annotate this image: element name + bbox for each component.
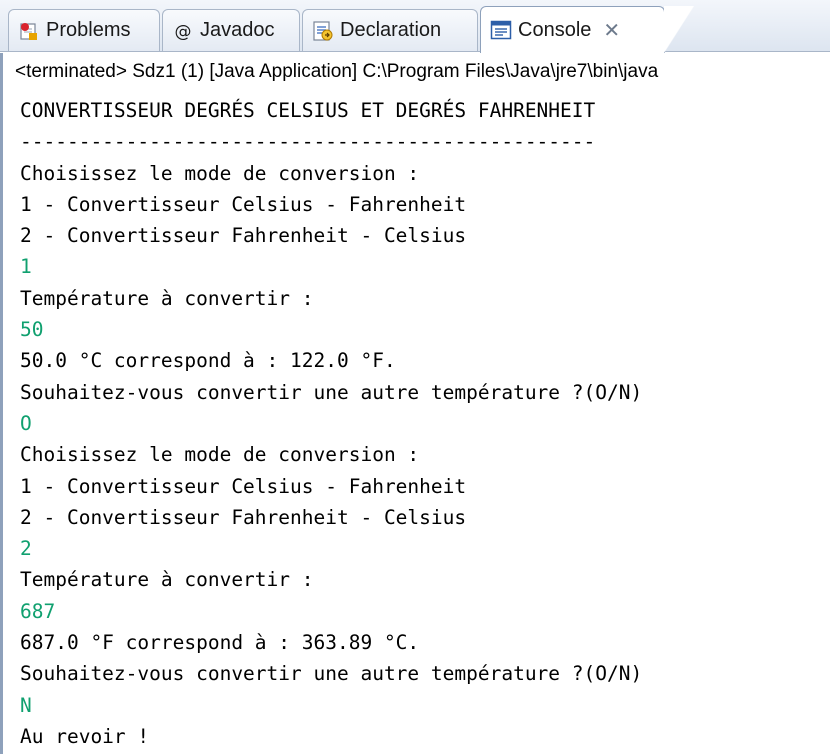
console-output-line: Température à convertir : [20,568,314,592]
console-output-line: 1 - Convertisseur Celsius - Fahrenheit [20,474,467,498]
tab-javadoc-label: Javadoc [200,19,275,41]
view-tab-bar: Problems @ Javadoc Declaration Console ✕ [0,0,830,53]
close-icon[interactable]: ✕ [603,18,620,43]
tab-problems-label: Problems [46,19,131,41]
console-output-line: CONVERTISSEUR DEGRÉS CELSIUS ET DEGRÉS F… [20,99,596,122]
tab-console[interactable]: Console ✕ [480,6,694,53]
at-sign-icon: @ [172,20,194,42]
console-output-line: Choisissez le mode de conversion : [20,443,420,467]
console-output-line: Souhaitez-vous convertir une autre tempé… [20,662,643,686]
console-input-line: 2 [20,537,32,561]
tab-declaration[interactable]: Declaration [302,9,478,51]
tab-javadoc[interactable]: @ Javadoc [162,9,300,51]
console-input-line: O [20,411,32,435]
tab-console-label: Console [518,18,592,41]
console-output-line: 50.0 °C correspond à : 122.0 °F. [20,349,396,373]
console-input-line: N [20,693,32,717]
console-output-line: 2 - Convertisseur Fahrenheit - Celsius [20,224,467,248]
tab-declaration-label: Declaration [340,19,442,41]
console-input-line: 687 [20,599,56,623]
console-output-line: ----------------------------------------… [20,130,596,154]
console-view: Problems @ Javadoc Declaration Console ✕… [0,0,830,754]
problems-icon [18,20,40,42]
console-output-line: Souhaitez-vous convertir une autre tempé… [20,380,643,404]
tab-problems[interactable]: Problems [8,9,160,51]
console-output-line: 1 - Convertisseur Celsius - Fahrenheit [20,192,467,216]
console-output-line: Choisissez le mode de conversion : [20,161,420,185]
console-output[interactable]: CONVERTISSEUR DEGRÉS CELSIUS ET DEGRÉS F… [0,91,830,754]
declaration-icon [312,20,334,42]
console-output-line: Température à convertir : [20,286,314,310]
console-input-line: 1 [20,255,32,279]
console-output-line: 687.0 °F correspond à : 363.89 °C. [20,631,420,655]
process-status-line: <terminated> Sdz1 (1) [Java Application]… [0,53,830,91]
console-output-line: Au revoir ! [20,724,150,748]
console-output-line: 2 - Convertisseur Fahrenheit - Celsius [20,505,467,529]
svg-text:@: @ [175,22,192,41]
console-icon [490,19,512,41]
console-input-line: 50 [20,318,44,342]
